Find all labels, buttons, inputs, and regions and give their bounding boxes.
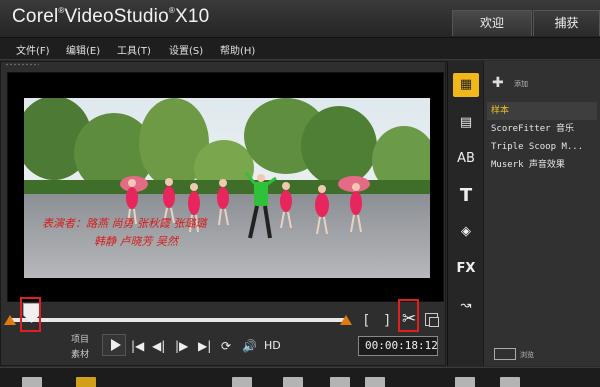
player-panel: 表演者：路燕 尚勇 张秋霞 张璐璐 韩静 卢晓芳 吴然 [ ] ✂ 项目 素材 … (0, 61, 446, 366)
undo-icon[interactable] (232, 377, 252, 387)
performer-caption-line1: 表演者：路燕 尚勇 张秋霞 张璐璐 (42, 217, 207, 230)
redo-icon[interactable] (283, 377, 303, 387)
enlarge-preview-icon[interactable] (425, 313, 439, 327)
transition-icon[interactable]: AB (453, 147, 479, 171)
timecode-display[interactable]: 00:00:18:12 (358, 336, 438, 356)
trim-end-marker[interactable] (340, 315, 352, 325)
next-frame-icon[interactable]: |▶ (175, 339, 188, 353)
browse-icon[interactable] (494, 348, 516, 360)
media-icon[interactable]: ▦ (453, 73, 479, 97)
highlight-box-scrubber (20, 297, 41, 332)
menu-help[interactable]: 帮助(H) (220, 42, 255, 57)
library-category-toolbar: ▦ ▤ AB T ◈ FX ↝ (447, 61, 483, 366)
play-button[interactable] (102, 334, 126, 356)
library-item-triple-scoop[interactable]: Triple Scoop M... (487, 138, 597, 156)
path-icon[interactable]: ↝ (453, 294, 479, 318)
library-item-samples[interactable]: 样本 (487, 102, 597, 120)
menu-settings[interactable]: 设置(S) (169, 42, 203, 57)
title-bar: Corel®VideoStudio®X10 欢迎 捕获 (0, 0, 600, 38)
mixer-icon[interactable] (365, 377, 385, 387)
menu-file[interactable]: 文件(F) (16, 42, 50, 57)
scrub-bar[interactable] (9, 318, 347, 322)
library-item-scorefitter[interactable]: ScoreFitter 音乐 (487, 120, 597, 138)
hd-toggle[interactable]: HD (264, 339, 281, 352)
volume-icon[interactable]: 🔊 (242, 339, 257, 353)
title-icon[interactable]: T (453, 184, 479, 208)
timeline-view-icon[interactable] (76, 377, 96, 387)
project-mode-label[interactable]: 项目 (71, 332, 89, 345)
mark-out-button[interactable]: ] (383, 313, 391, 329)
instant-project-icon[interactable]: ▤ (453, 111, 479, 135)
library-item-muserk[interactable]: Muserk 声音效果 (487, 156, 597, 174)
add-folder-icon[interactable]: ✚ (492, 75, 504, 91)
tab-capture[interactable]: 捕获 (533, 10, 600, 36)
menu-bar: 文件(F) 编辑(E) 工具(T) 设置(S) 帮助(H) (0, 38, 600, 60)
trim-start-marker[interactable] (4, 315, 16, 325)
preview-window[interactable]: 表演者：路燕 尚勇 张秋霞 张璐璐 韩静 卢晓芳 吴然 (7, 72, 444, 302)
add-label[interactable]: 添加 (514, 79, 528, 89)
panel-grip[interactable] (5, 63, 39, 66)
brand-name: Corel (12, 6, 59, 27)
tab-welcome[interactable]: 欢迎 (452, 10, 532, 36)
end-icon[interactable]: ▶| (198, 339, 211, 353)
storyboard-view-icon[interactable] (22, 377, 42, 387)
repeat-icon[interactable]: ⟳ (221, 339, 231, 353)
graphic-icon[interactable]: ◈ (453, 220, 479, 244)
video-frame-image (24, 98, 430, 278)
timeline-toolbar (0, 367, 600, 387)
filter-icon[interactable]: FX (453, 257, 479, 281)
clip-mode-label[interactable]: 素材 (71, 347, 89, 360)
record-icon[interactable] (330, 377, 350, 387)
fit-project-icon[interactable] (500, 377, 520, 387)
mark-in-button[interactable]: [ (362, 313, 370, 329)
home-icon[interactable]: |◀ (131, 339, 144, 353)
product-version: X10 (174, 6, 210, 27)
menu-tools[interactable]: 工具(T) (117, 42, 151, 57)
browse-label[interactable]: 浏览 (520, 350, 534, 360)
menu-edit[interactable]: 编辑(E) (66, 42, 100, 57)
product-name: VideoStudio (64, 6, 169, 27)
zoom-icon[interactable] (455, 377, 475, 387)
previous-frame-icon[interactable]: ◀| (152, 339, 165, 353)
performer-caption-line2: 韩静 卢晓芳 吴然 (94, 235, 178, 248)
library-panel: ✚ 添加 样本 ScoreFitter 音乐 Triple Scoop M...… (483, 61, 600, 366)
app-title: Corel®VideoStudio®X10 (12, 6, 210, 27)
highlight-box-split (398, 299, 419, 332)
